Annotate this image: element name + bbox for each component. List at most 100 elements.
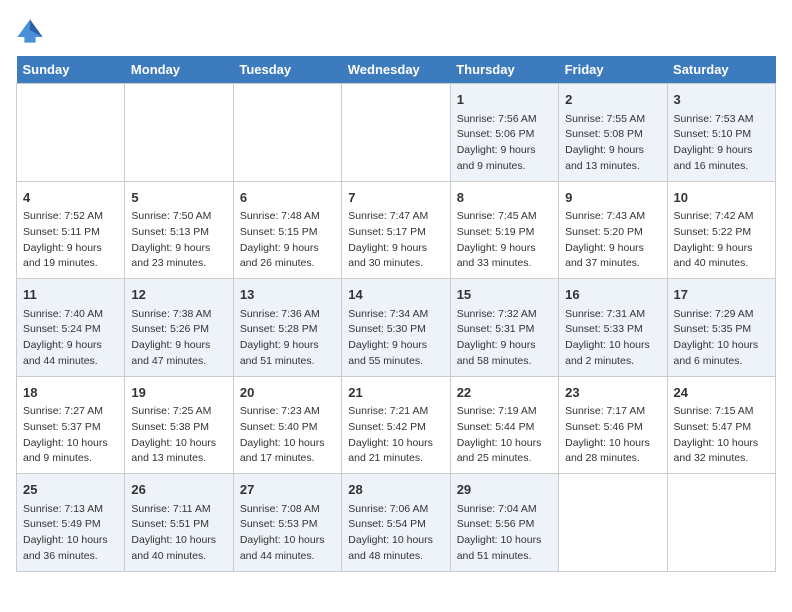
day-info: Sunset: 5:30 PM bbox=[348, 322, 443, 338]
day-info: Sunset: 5:37 PM bbox=[23, 420, 118, 436]
day-number: 18 bbox=[23, 383, 118, 403]
calendar-cell bbox=[233, 84, 341, 182]
calendar-cell: 4Sunrise: 7:52 AMSunset: 5:11 PMDaylight… bbox=[17, 181, 125, 279]
day-info: Sunset: 5:49 PM bbox=[23, 517, 118, 533]
weekday-header-saturday: Saturday bbox=[667, 56, 775, 84]
day-info: and 40 minutes. bbox=[674, 256, 769, 272]
calendar-cell: 12Sunrise: 7:38 AMSunset: 5:26 PMDayligh… bbox=[125, 279, 233, 377]
day-info: Sunset: 5:33 PM bbox=[565, 322, 660, 338]
day-info: Sunrise: 7:19 AM bbox=[457, 404, 552, 420]
day-info: Sunset: 5:24 PM bbox=[23, 322, 118, 338]
day-info: Sunset: 5:08 PM bbox=[565, 127, 660, 143]
day-number: 1 bbox=[457, 90, 552, 110]
calendar-cell: 25Sunrise: 7:13 AMSunset: 5:49 PMDayligh… bbox=[17, 474, 125, 572]
day-info: Sunset: 5:20 PM bbox=[565, 225, 660, 241]
calendar-cell bbox=[342, 84, 450, 182]
calendar-cell: 20Sunrise: 7:23 AMSunset: 5:40 PMDayligh… bbox=[233, 376, 341, 474]
day-info: Daylight: 9 hours bbox=[23, 338, 118, 354]
day-info: and 44 minutes. bbox=[23, 354, 118, 370]
day-info: Daylight: 9 hours bbox=[131, 241, 226, 257]
calendar-cell: 21Sunrise: 7:21 AMSunset: 5:42 PMDayligh… bbox=[342, 376, 450, 474]
calendar-cell: 19Sunrise: 7:25 AMSunset: 5:38 PMDayligh… bbox=[125, 376, 233, 474]
day-info: Daylight: 10 hours bbox=[131, 436, 226, 452]
calendar-cell bbox=[17, 84, 125, 182]
day-info: and 32 minutes. bbox=[674, 451, 769, 467]
day-info: Sunrise: 7:50 AM bbox=[131, 209, 226, 225]
day-info: Sunrise: 7:11 AM bbox=[131, 502, 226, 518]
calendar-week-row: 4Sunrise: 7:52 AMSunset: 5:11 PMDaylight… bbox=[17, 181, 776, 279]
calendar-cell bbox=[667, 474, 775, 572]
day-info: Sunset: 5:40 PM bbox=[240, 420, 335, 436]
day-info: Sunset: 5:17 PM bbox=[348, 225, 443, 241]
day-info: Sunset: 5:56 PM bbox=[457, 517, 552, 533]
day-info: Sunrise: 7:13 AM bbox=[23, 502, 118, 518]
day-number: 3 bbox=[674, 90, 769, 110]
day-info: Sunset: 5:47 PM bbox=[674, 420, 769, 436]
day-info: and 19 minutes. bbox=[23, 256, 118, 272]
day-info: Sunset: 5:53 PM bbox=[240, 517, 335, 533]
day-info: Sunrise: 7:43 AM bbox=[565, 209, 660, 225]
day-info: Sunset: 5:42 PM bbox=[348, 420, 443, 436]
calendar-cell: 24Sunrise: 7:15 AMSunset: 5:47 PMDayligh… bbox=[667, 376, 775, 474]
day-info: Sunset: 5:11 PM bbox=[23, 225, 118, 241]
day-number: 19 bbox=[131, 383, 226, 403]
day-number: 28 bbox=[348, 480, 443, 500]
calendar-cell: 8Sunrise: 7:45 AMSunset: 5:19 PMDaylight… bbox=[450, 181, 558, 279]
day-number: 13 bbox=[240, 285, 335, 305]
day-info: Sunrise: 7:38 AM bbox=[131, 307, 226, 323]
day-info: and 17 minutes. bbox=[240, 451, 335, 467]
day-info: and 37 minutes. bbox=[565, 256, 660, 272]
day-info: Sunrise: 7:25 AM bbox=[131, 404, 226, 420]
day-info: Daylight: 9 hours bbox=[457, 143, 552, 159]
day-info: Daylight: 9 hours bbox=[565, 241, 660, 257]
calendar-cell: 18Sunrise: 7:27 AMSunset: 5:37 PMDayligh… bbox=[17, 376, 125, 474]
day-info: Daylight: 9 hours bbox=[348, 241, 443, 257]
day-number: 24 bbox=[674, 383, 769, 403]
day-info: Sunrise: 7:42 AM bbox=[674, 209, 769, 225]
day-info: Sunrise: 7:47 AM bbox=[348, 209, 443, 225]
calendar-week-row: 1 Sunrise: 7:56 AMSunset: 5:06 PMDaylight… bbox=[17, 84, 776, 182]
day-info: Sunset: 5:06 PM bbox=[457, 127, 552, 143]
day-info: Sunrise: 7:21 AM bbox=[348, 404, 443, 420]
day-info: Sunrise: 7:36 AM bbox=[240, 307, 335, 323]
day-info: Daylight: 9 hours bbox=[348, 338, 443, 354]
day-number: 27 bbox=[240, 480, 335, 500]
day-info: Sunrise: 7:45 AM bbox=[457, 209, 552, 225]
page-header bbox=[16, 16, 776, 44]
day-info: Daylight: 9 hours bbox=[131, 338, 226, 354]
calendar-cell: 6Sunrise: 7:48 AMSunset: 5:15 PMDaylight… bbox=[233, 181, 341, 279]
calendar-cell bbox=[125, 84, 233, 182]
day-info: Sunrise: 7:56 AM bbox=[457, 112, 552, 128]
day-number: 9 bbox=[565, 188, 660, 208]
day-number: 10 bbox=[674, 188, 769, 208]
calendar-cell: 23Sunrise: 7:17 AMSunset: 5:46 PMDayligh… bbox=[559, 376, 667, 474]
day-info: and 26 minutes. bbox=[240, 256, 335, 272]
weekday-header-wednesday: Wednesday bbox=[342, 56, 450, 84]
calendar-cell: 1 Sunrise: 7:56 AMSunset: 5:06 PMDaylight… bbox=[450, 84, 558, 182]
day-info: and 23 minutes. bbox=[131, 256, 226, 272]
day-info: Daylight: 9 hours bbox=[240, 338, 335, 354]
day-info: Sunrise: 7:04 AM bbox=[457, 502, 552, 518]
calendar-cell: 5Sunrise: 7:50 AMSunset: 5:13 PMDaylight… bbox=[125, 181, 233, 279]
day-info: Sunrise: 7:27 AM bbox=[23, 404, 118, 420]
calendar-cell bbox=[559, 474, 667, 572]
calendar-cell: 14Sunrise: 7:34 AMSunset: 5:30 PMDayligh… bbox=[342, 279, 450, 377]
calendar-cell: 27Sunrise: 7:08 AMSunset: 5:53 PMDayligh… bbox=[233, 474, 341, 572]
day-info: Sunrise: 7:52 AM bbox=[23, 209, 118, 225]
weekday-header-tuesday: Tuesday bbox=[233, 56, 341, 84]
day-info: and 16 minutes. bbox=[674, 159, 769, 175]
day-info: Sunset: 5:31 PM bbox=[457, 322, 552, 338]
day-info: Sunset: 5:26 PM bbox=[131, 322, 226, 338]
calendar-week-row: 11Sunrise: 7:40 AMSunset: 5:24 PMDayligh… bbox=[17, 279, 776, 377]
day-info: Sunrise: 7:53 AM bbox=[674, 112, 769, 128]
day-number: 5 bbox=[131, 188, 226, 208]
calendar-cell: 7Sunrise: 7:47 AMSunset: 5:17 PMDaylight… bbox=[342, 181, 450, 279]
day-info: and 48 minutes. bbox=[348, 549, 443, 565]
day-info: and 51 minutes. bbox=[240, 354, 335, 370]
day-info: Daylight: 9 hours bbox=[674, 241, 769, 257]
day-info: Daylight: 10 hours bbox=[565, 338, 660, 354]
day-info: and 21 minutes. bbox=[348, 451, 443, 467]
day-info: and 58 minutes. bbox=[457, 354, 552, 370]
day-info: Sunset: 5:13 PM bbox=[131, 225, 226, 241]
day-info: Daylight: 10 hours bbox=[348, 533, 443, 549]
